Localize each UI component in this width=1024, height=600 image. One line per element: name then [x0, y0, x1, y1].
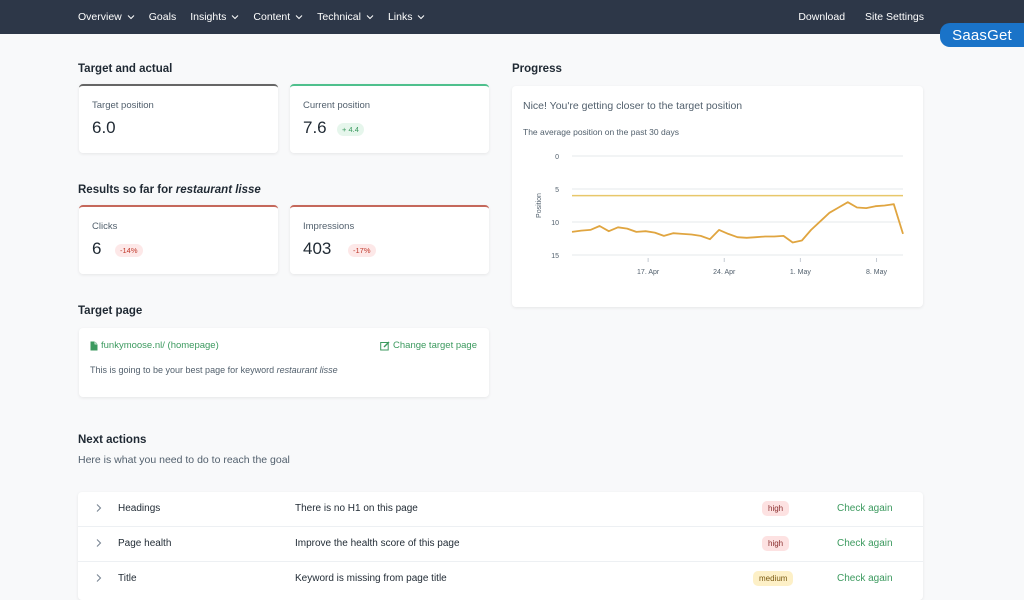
- progress-card: Nice! You're getting closer to the targe…: [512, 86, 923, 307]
- action-desc: Keyword is missing from page title: [295, 573, 447, 584]
- nav-site-settings-label: Site Settings: [865, 11, 924, 23]
- next-actions-table: Headings There is no H1 on this page hig…: [78, 492, 923, 600]
- target-page-title: Target page: [78, 305, 143, 317]
- progress-title: Progress: [512, 63, 562, 75]
- target-desc-prefix: This is going to be your best page for k…: [90, 365, 275, 375]
- position-chart: 0 5 10 15 Position 17. Apr 24. Apr 1. May 8. May: [536, 154, 904, 276]
- target-position-card: Target position 6.0: [79, 84, 278, 153]
- action-name: Title: [118, 573, 137, 584]
- priority-badge: medium: [753, 571, 794, 586]
- clicks-value: 6: [92, 239, 102, 258]
- current-position-label: Current position: [303, 100, 371, 111]
- nav-content[interactable]: Content: [253, 11, 303, 23]
- saasget-watermark: SaasGet: [940, 23, 1024, 47]
- y-tick-label: 5: [555, 187, 559, 194]
- target-actual-title: Target and actual: [78, 63, 173, 75]
- chevron-right-icon[interactable]: [94, 573, 104, 583]
- nav-technical[interactable]: Technical: [317, 11, 374, 23]
- next-actions-subtitle: Here is what you need to do to reach the…: [78, 454, 290, 466]
- chevron-down-icon: [295, 15, 303, 20]
- priority-badge: high: [762, 536, 790, 551]
- change-target-page-text: Change target page: [393, 340, 477, 351]
- nav-right: Download Site Settings: [798, 0, 924, 34]
- next-actions-title: Next actions: [78, 434, 147, 446]
- y-axis-label: Position: [536, 193, 543, 218]
- target-desc-keyword: restaurant lisse: [276, 365, 338, 375]
- check-again-button[interactable]: Check again: [837, 503, 893, 514]
- nav-links-label: Links: [387, 11, 413, 23]
- x-tick-label: 17. Apr: [637, 269, 660, 276]
- nav-insights-label: Insights: [190, 11, 227, 23]
- check-again-button[interactable]: Check again: [837, 538, 893, 549]
- nav-content-label: Content: [253, 11, 291, 23]
- action-row-title[interactable]: Title Keyword is missing from page title…: [78, 562, 923, 597]
- chevron-down-icon: [418, 15, 425, 20]
- x-tick-label: 24. Apr: [713, 269, 736, 276]
- action-row-page-health[interactable]: Page health Improve the health score of …: [78, 527, 923, 562]
- nav-technical-label: Technical: [317, 11, 361, 23]
- priority-badge: high: [762, 501, 790, 516]
- check-again-button[interactable]: Check again: [837, 573, 893, 584]
- action-desc: There is no H1 on this page: [295, 503, 418, 514]
- current-position-delta: + 4.4: [337, 123, 364, 136]
- target-position-value: 6.0: [92, 118, 116, 137]
- action-row-headings[interactable]: Headings There is no H1 on this page hig…: [78, 492, 923, 527]
- file-icon: [90, 341, 98, 350]
- nav-download-label: Download: [798, 11, 846, 23]
- current-position-value: 7.6: [303, 118, 327, 137]
- impressions-value: 403: [303, 239, 332, 258]
- y-tick-label: 15: [551, 253, 559, 260]
- nav-insights[interactable]: Insights: [190, 11, 239, 23]
- x-tick-label: 1. May: [790, 269, 812, 276]
- nav-overview[interactable]: Overview: [78, 11, 135, 23]
- target-position-label: Target position: [92, 100, 154, 111]
- results-keyword: restaurant lisse: [175, 184, 261, 196]
- impressions-delta: -17%: [348, 244, 376, 257]
- chevron-down-icon: [366, 15, 374, 20]
- y-tick-label: 10: [551, 220, 559, 227]
- nav-site-settings[interactable]: Site Settings: [865, 11, 924, 23]
- nav-download[interactable]: Download: [798, 11, 845, 23]
- target-page-card: funkymoose.nl/ (homepage) Change target …: [79, 328, 489, 397]
- target-page-description: This is going to be your best page for k…: [90, 365, 338, 375]
- action-name: Page health: [118, 538, 172, 549]
- impressions-label: Impressions: [303, 221, 355, 232]
- change-target-page-link[interactable]: Change target page: [380, 340, 477, 351]
- action-name: Headings: [118, 503, 161, 514]
- target-page-link[interactable]: funkymoose.nl/ (homepage): [90, 340, 219, 351]
- action-desc: Improve the health score of this page: [295, 538, 460, 549]
- results-title: Results so far for restaurant lisse: [78, 184, 261, 196]
- clicks-label: Clicks: [92, 221, 118, 232]
- chevron-down-icon: [127, 15, 135, 20]
- clicks-card: Clicks 6 -14%: [79, 205, 278, 274]
- chevron-right-icon[interactable]: [94, 503, 104, 513]
- nav-goals-label: Goals: [148, 11, 177, 23]
- nav-overview-label: Overview: [78, 11, 122, 23]
- nav-goals[interactable]: Goals: [149, 11, 176, 23]
- chevron-right-icon[interactable]: [94, 538, 104, 548]
- x-tick-label: 8. May: [866, 269, 888, 276]
- current-position-card: Current position 7.6 + 4.4: [290, 84, 489, 153]
- y-tick-label: 0: [555, 154, 559, 161]
- nav-left: Overview Goals Insights Content Technica…: [78, 0, 425, 34]
- results-title-prefix: Results so far for: [78, 184, 173, 196]
- top-navigation: Overview Goals Insights Content Technica…: [0, 0, 1024, 34]
- clicks-delta: -14%: [115, 244, 143, 257]
- target-page-link-text: funkymoose.nl/ (homepage): [101, 340, 219, 351]
- nav-links[interactable]: Links: [388, 11, 426, 23]
- edit-icon: [380, 341, 390, 350]
- chevron-down-icon: [232, 15, 239, 20]
- impressions-card: Impressions 403 -17%: [290, 205, 489, 274]
